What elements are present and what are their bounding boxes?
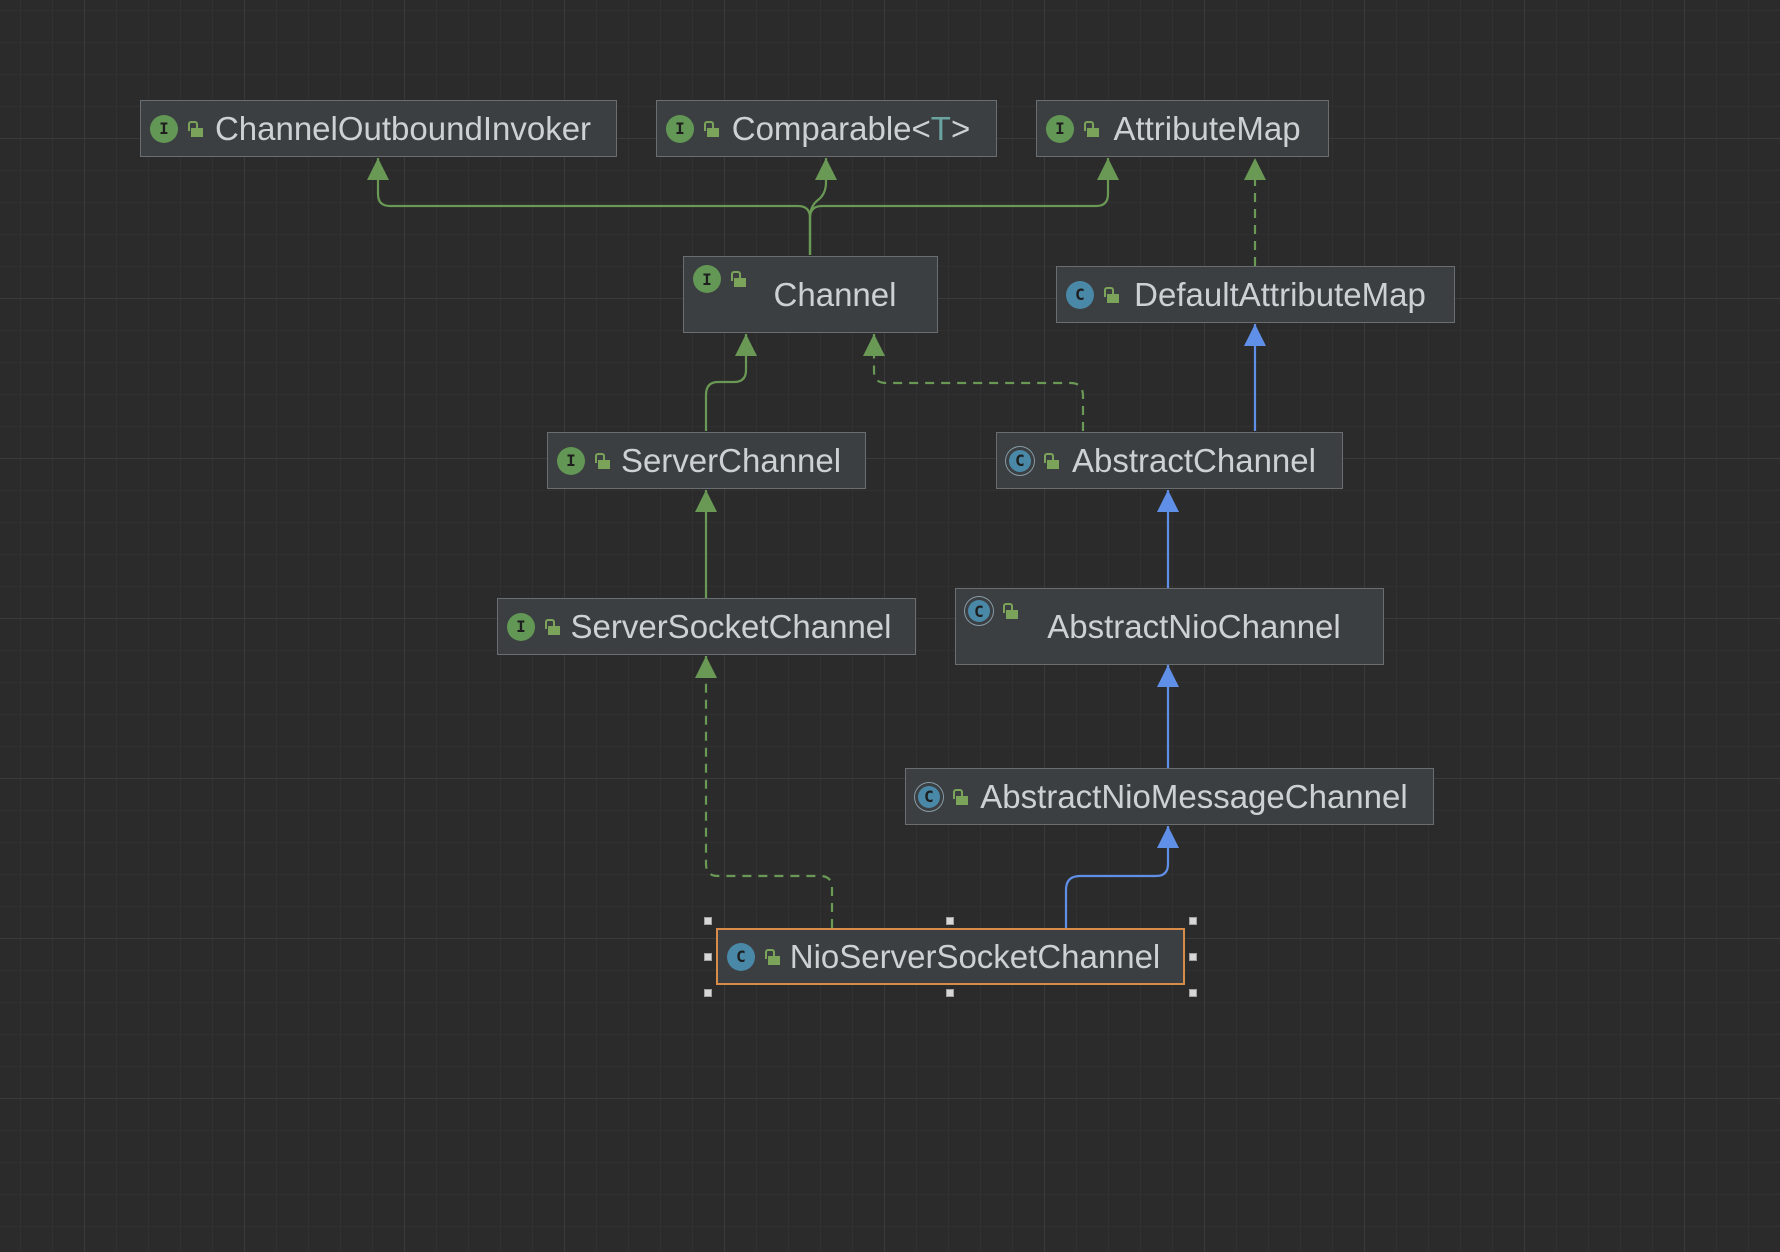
node-channel-outbound-invoker[interactable]: I ChannelOutboundInvoker [140, 100, 617, 157]
node-attribute-map[interactable]: I AttributeMap [1036, 100, 1329, 157]
interface-icon: I [1046, 114, 1074, 143]
node-label: Channel [773, 275, 897, 313]
edge-nio-server-socket-channel-to-abstract-nio-message-channel [1064, 826, 1179, 928]
edge-nio-server-socket-channel-to-server-socket-channel [695, 656, 834, 928]
class-icon: C [1066, 280, 1094, 309]
node-label: DefaultAttributeMap [1134, 275, 1426, 313]
abstract-class-icon: C [915, 782, 943, 811]
node-label: AbstractChannel [1072, 441, 1316, 479]
resize-handle-top-left[interactable] [704, 917, 712, 925]
public-lock-icon [1084, 120, 1100, 137]
edge-abstract-channel-to-channel [863, 334, 1085, 431]
interface-icon: I [150, 114, 178, 143]
public-lock-icon [1044, 452, 1060, 469]
public-lock-icon [953, 788, 969, 805]
node-server-channel[interactable]: I ServerChannel [547, 432, 866, 489]
public-lock-icon [545, 618, 561, 635]
edge-channel-to-channel-outbound-invoker [367, 158, 812, 255]
node-label: ServerSocketChannel [570, 607, 892, 645]
node-channel[interactable]: I Channel [683, 256, 938, 333]
node-label: AbstractNioChannel [1047, 607, 1341, 645]
node-nio-server-socket-channel[interactable]: C NioServerSocketChannel [716, 928, 1185, 985]
resize-handle-bottom[interactable] [946, 989, 954, 997]
interface-icon: I [666, 114, 694, 143]
public-lock-icon [704, 120, 720, 137]
type-parameter: T [930, 109, 951, 147]
public-lock-icon [765, 948, 781, 965]
public-lock-icon [595, 452, 611, 469]
resize-handle-bottom-left[interactable] [704, 989, 712, 997]
type-bracket-close: > [950, 109, 971, 147]
node-label: Comparable<T> [720, 110, 996, 148]
node-label: ServerChannel [620, 441, 842, 479]
node-abstract-nio-channel[interactable]: C AbstractNioChannel [955, 588, 1384, 665]
interface-icon: I [507, 612, 535, 641]
node-label: NioServerSocketChannel [789, 937, 1161, 975]
node-default-attribute-map[interactable]: C DefaultAttributeMap [1056, 266, 1455, 323]
node-label: AbstractNioMessageChannel [980, 777, 1408, 815]
node-server-socket-channel[interactable]: I ServerSocketChannel [497, 598, 916, 655]
resize-handle-right[interactable] [1189, 953, 1197, 961]
public-lock-icon [1104, 286, 1120, 303]
resize-handle-top-right[interactable] [1189, 917, 1197, 925]
public-lock-icon [1003, 603, 1019, 619]
resize-handle-left[interactable] [704, 953, 712, 961]
interface-icon: I [557, 446, 585, 475]
node-label: ChannelOutboundInvoker [214, 109, 592, 147]
class-icon: C [727, 942, 755, 971]
public-lock-icon [731, 271, 747, 287]
node-label: AttributeMap [1113, 109, 1301, 147]
node-abstract-nio-message-channel[interactable]: C AbstractNioMessageChannel [905, 768, 1434, 825]
node-comparable[interactable]: I Comparable<T> [656, 100, 997, 157]
interface-icon: I [693, 265, 721, 293]
node-abstract-channel[interactable]: C AbstractChannel [996, 432, 1343, 489]
edge-server-channel-to-channel [704, 334, 757, 431]
node-label-name: Comparable [731, 109, 912, 147]
resize-handle-bottom-right[interactable] [1189, 989, 1197, 997]
abstract-class-icon: C [965, 597, 993, 625]
public-lock-icon [188, 120, 204, 137]
edge-channel-to-attribute-map [808, 158, 1119, 255]
abstract-class-icon: C [1006, 446, 1034, 475]
resize-handle-top[interactable] [946, 917, 954, 925]
type-bracket-open: < [911, 109, 931, 147]
